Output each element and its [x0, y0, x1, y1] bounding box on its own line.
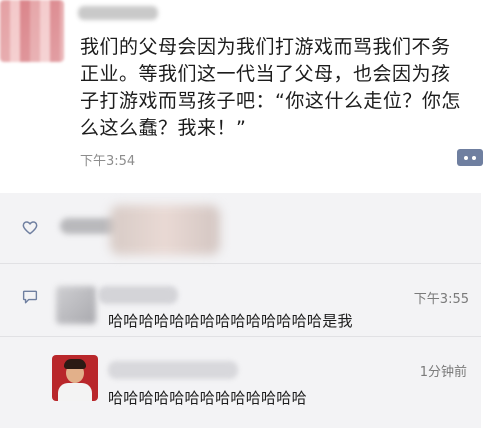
comment-timestamp: 下午3:55 [413, 292, 469, 307]
avatar-figure [58, 383, 92, 401]
dot [472, 155, 476, 160]
heart-icon [22, 221, 38, 235]
commenter-name-blurred[interactable] [108, 361, 238, 379]
commenter-avatar-blurred[interactable] [56, 286, 96, 324]
comment-text[interactable]: 哈哈哈哈哈哈哈哈哈哈哈哈哈 [108, 387, 307, 408]
comment-icon [22, 290, 38, 304]
comment-timestamp: 1分钟前 [419, 365, 467, 380]
interaction-panel: 下午3:55 哈哈哈哈哈哈哈哈哈哈哈哈哈哈是我 1分钟前 哈哈哈哈哈哈哈哈哈哈哈… [0, 193, 481, 428]
commenter-name-blurred[interactable] [98, 286, 178, 304]
poster-avatar[interactable] [0, 0, 64, 62]
more-dots-icon[interactable] [457, 149, 483, 166]
post-timestamp: 下午3:54 [80, 154, 136, 169]
post-text: 我们的父母会因为我们打游戏而骂我们不务 正业。等我们这一代当了父母，也会因为孩 … [80, 36, 461, 139]
avatar-figure [64, 359, 86, 369]
dot [464, 155, 468, 160]
comment-text[interactable]: 哈哈哈哈哈哈哈哈哈哈哈哈哈哈是我 [108, 310, 353, 331]
commenter-avatar[interactable] [52, 355, 98, 401]
poster-name-blurred[interactable] [78, 6, 158, 20]
moment-post: 我们的父母会因为我们打游戏而骂我们不务 正业。等我们这一代当了父母，也会因为孩 … [0, 0, 489, 190]
likes-row [0, 193, 481, 264]
comment-item: 下午3:55 哈哈哈哈哈哈哈哈哈哈哈哈哈哈是我 [0, 264, 481, 337]
comment-item: 1分钟前 哈哈哈哈哈哈哈哈哈哈哈哈哈 [0, 337, 481, 428]
liker-avatar-blurred[interactable] [110, 205, 220, 255]
